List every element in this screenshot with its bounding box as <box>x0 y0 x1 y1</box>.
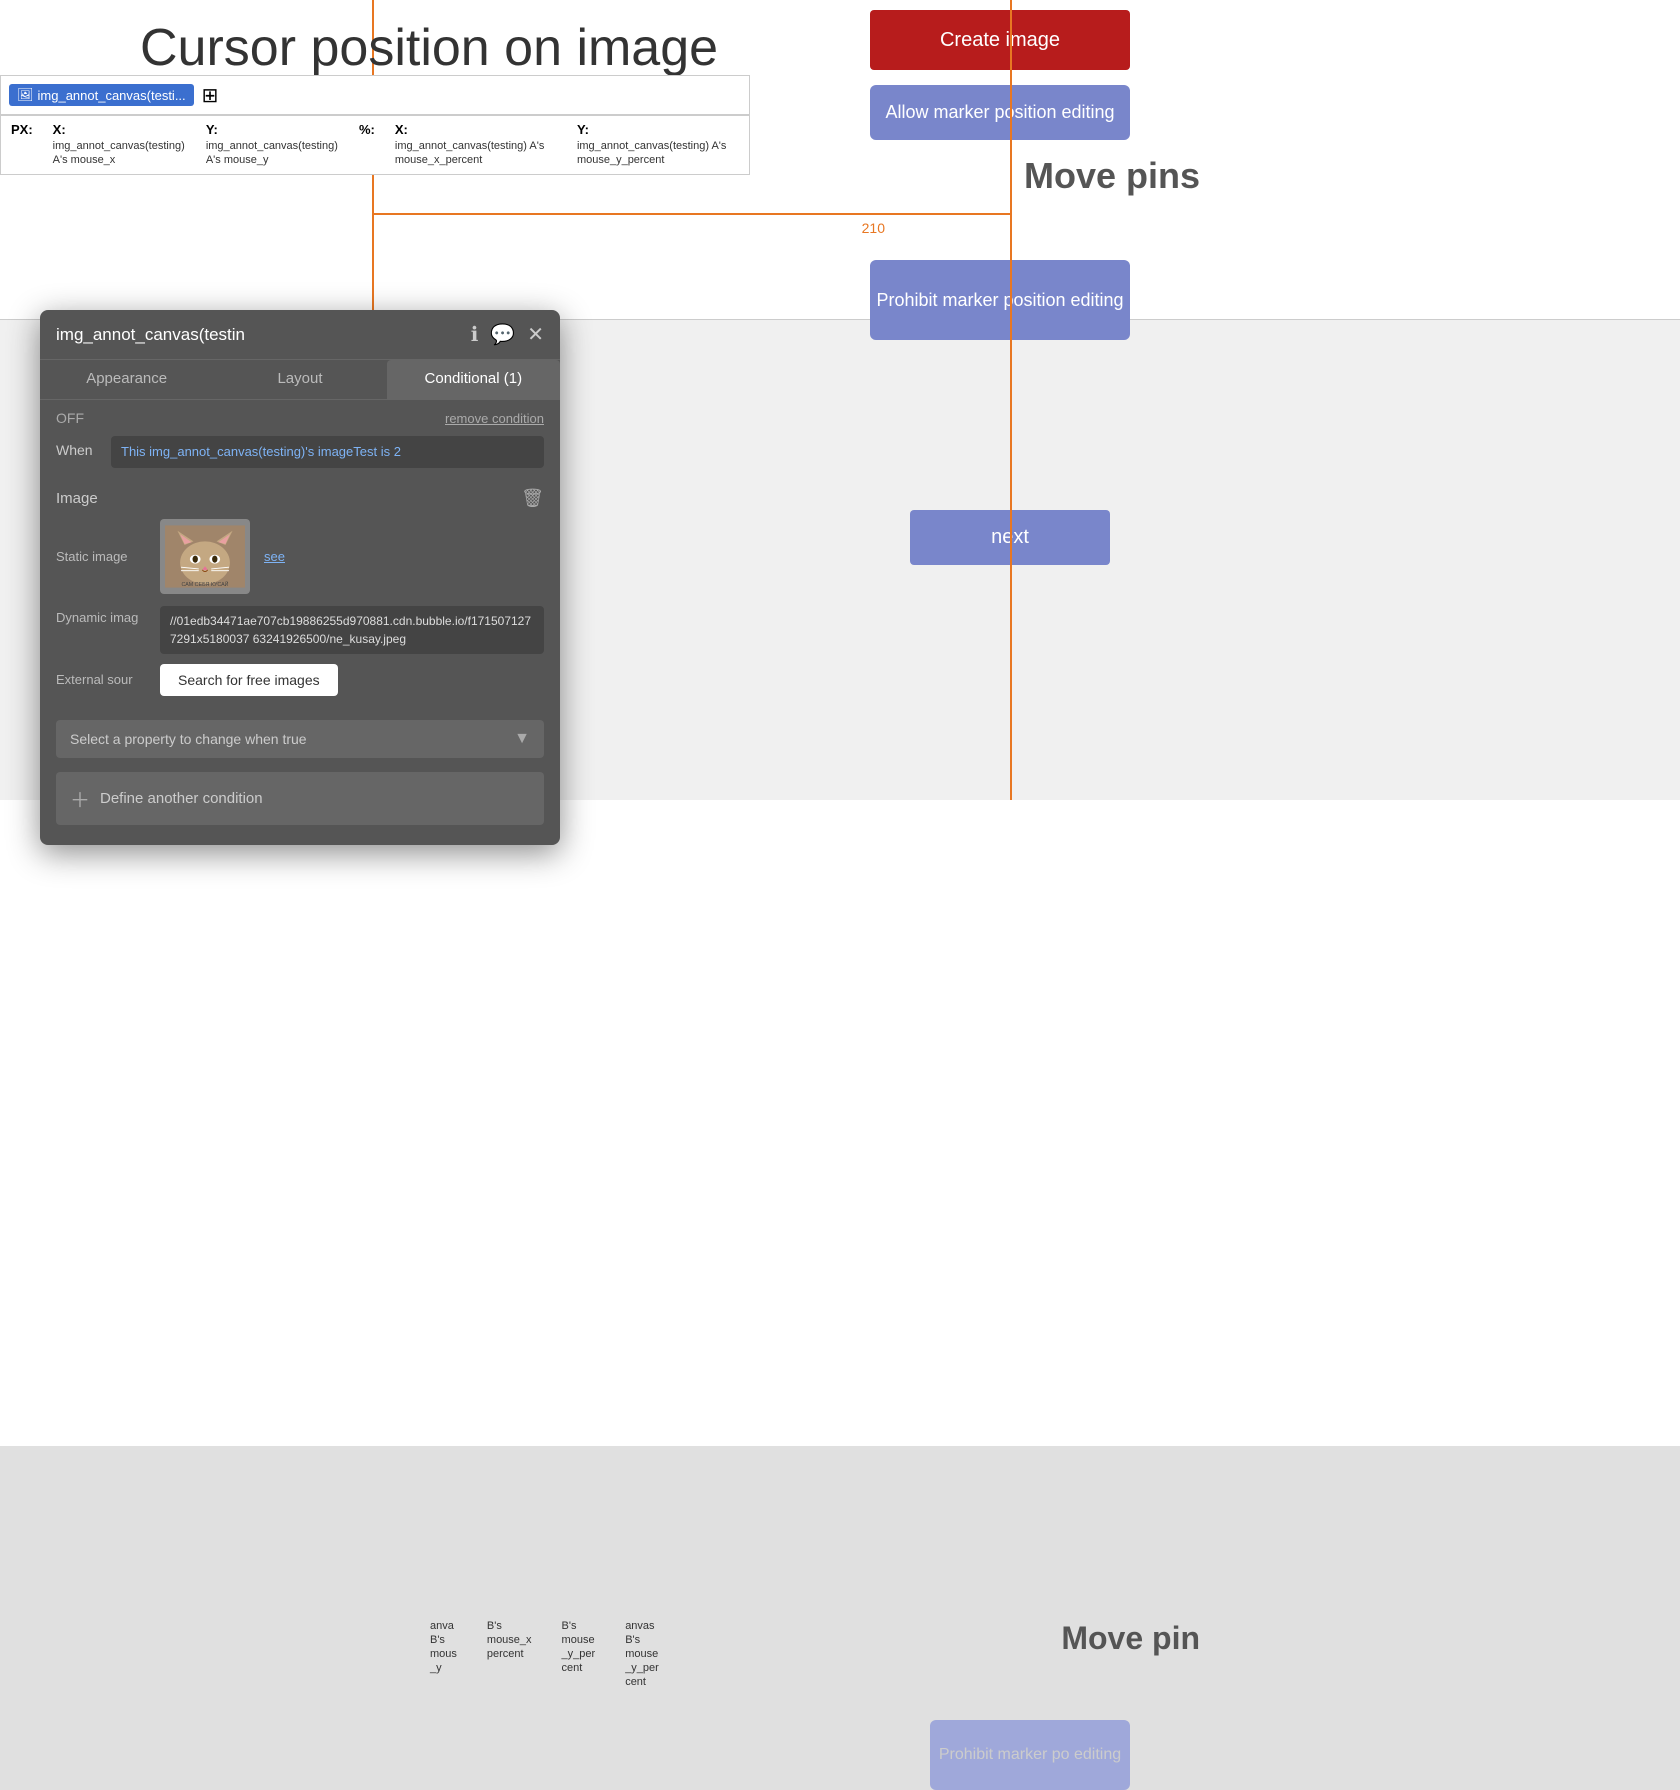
modal-panel: img_annot_canvas(testin ℹ 💬 ✕ Appearance… <box>40 310 560 845</box>
cat-image[interactable]: САМ СЕБЯ КУСАЙ <box>160 519 250 594</box>
y-value: img_annot_canvas(testing) A's mouse_y <box>206 139 339 168</box>
tab-appearance-label: Appearance <box>86 370 167 387</box>
dynamic-image-label: Dynamic imag <box>56 606 146 625</box>
modal-header: img_annot_canvas(testin ℹ 💬 ✕ <box>40 310 560 360</box>
x-value: img_annot_canvas(testing) A's mouse_x <box>53 139 186 168</box>
tab-layout-label: Layout <box>277 370 322 387</box>
orange-line-canvas <box>1010 0 1012 800</box>
canvas-area: Cursor position on image 🖼 img_annot_can… <box>0 0 1680 1446</box>
tab-appearance[interactable]: Appearance <box>40 360 213 399</box>
top-section: Cursor position on image 🖼 img_annot_can… <box>0 0 1680 320</box>
px-col-percent: %: <box>359 122 375 168</box>
tab-conditional[interactable]: Conditional (1) <box>387 360 560 399</box>
info-icon[interactable]: ℹ <box>471 322 479 347</box>
define-condition-label: Define another condition <box>100 790 263 807</box>
orange-hline <box>372 213 1012 215</box>
close-icon[interactable]: ✕ <box>527 322 544 347</box>
off-row: OFF remove condition <box>40 400 560 436</box>
bottom-row: anva B's mous _y B's mouse_x percent B's… <box>430 1620 659 1688</box>
prohibit-marker-label: Prohibit marker position editing <box>876 290 1123 311</box>
trash-icon[interactable]: 🗑 <box>521 488 544 509</box>
modal-tabs: Appearance Layout Conditional (1) <box>40 360 560 400</box>
allow-marker-button[interactable]: Allow marker position editing <box>870 85 1130 140</box>
percent-label: %: <box>359 122 375 137</box>
toolbar-tab[interactable]: 🖼 img_annot_canvas(testi... <box>9 84 194 106</box>
when-row: When This img_annot_canvas(testing)'s im… <box>40 436 560 478</box>
move-pins-label: Move pins <box>1024 155 1200 197</box>
y2-value: img_annot_canvas(testing) A's mouse_y_pe… <box>577 139 739 168</box>
image-icon: 🖼 <box>17 87 34 103</box>
external-source-row: External sour Search for free images <box>56 664 544 696</box>
prohibit-marker-button[interactable]: Prohibit marker position editing <box>870 260 1130 340</box>
create-image-button[interactable]: Create image <box>870 10 1130 70</box>
coord-210: 210 <box>862 220 885 236</box>
px-row: PX: X: img_annot_canvas(testing) A's mou… <box>0 115 750 175</box>
allow-marker-label: Allow marker position editing <box>885 102 1114 123</box>
define-another-condition-button[interactable]: ＋ Define another condition <box>56 772 544 825</box>
prohibit-bottom-label: Prohibit marker po editing <box>939 1746 1121 1764</box>
external-source-label: External sour <box>56 672 146 687</box>
x-label: X: <box>53 122 186 137</box>
tab-layout[interactable]: Layout <box>213 360 386 399</box>
define-condition-row: ＋ Define another condition <box>40 772 560 825</box>
bottom-col-2: B's mouse_x percent <box>487 1620 532 1688</box>
image-section-title: Image <box>56 490 98 507</box>
svg-text:САМ СЕБЯ КУСАЙ: САМ СЕБЯ КУСАЙ <box>181 579 228 587</box>
comment-icon[interactable]: 💬 <box>490 322 515 347</box>
px-label: PX: <box>11 122 33 137</box>
px-col-y: Y: img_annot_canvas(testing) A's mouse_y <box>206 122 339 168</box>
select-property-row: Select a property to change when true ▼ <box>40 720 560 758</box>
y2-label: Y: <box>577 122 739 137</box>
y-label: Y: <box>206 122 339 137</box>
plus-icon: ＋ <box>70 784 90 813</box>
modal-title: img_annot_canvas(testin <box>56 325 245 345</box>
bottom-col-3: B's mouse _y_per cent <box>562 1620 596 1688</box>
bottom-col-4: anvas B's mouse _y_per cent <box>625 1620 659 1688</box>
prohibit-bottom-button[interactable]: Prohibit marker po editing <box>930 1720 1130 1790</box>
search-free-images-button[interactable]: Search for free images <box>160 664 338 696</box>
x2-label: X: <box>395 122 557 137</box>
create-image-label: Create image <box>940 29 1060 52</box>
image-section-header: Image 🗑 <box>56 488 544 509</box>
modal-icons: ℹ 💬 ✕ <box>471 322 544 347</box>
dynamic-image-row: Dynamic imag //01edb34471ae707cb19886255… <box>56 606 544 654</box>
px-col-x2: X: img_annot_canvas(testing) A's mouse_x… <box>395 122 557 168</box>
when-value[interactable]: This img_annot_canvas(testing)'s imageTe… <box>111 436 544 468</box>
grid-icon: ⊞ <box>202 83 219 108</box>
remove-condition-link[interactable]: remove condition <box>445 411 544 426</box>
off-label: OFF <box>56 410 84 426</box>
chevron-down-icon: ▼ <box>514 730 530 748</box>
image-section: Image 🗑 Static image <box>40 478 560 720</box>
dynamic-url[interactable]: //01edb34471ae707cb19886255d970881.cdn.b… <box>160 606 544 654</box>
select-property-dropdown[interactable]: Select a property to change when true ▼ <box>56 720 544 758</box>
when-label: When <box>56 436 101 458</box>
move-pins-bottom: Move pin <box>1061 1620 1200 1657</box>
bottom-canvas: anva B's mous _y B's mouse_x percent B's… <box>0 800 1680 1446</box>
px-col-x: X: img_annot_canvas(testing) A's mouse_x <box>53 122 186 168</box>
px-col-y2: Y: img_annot_canvas(testing) A's mouse_y… <box>577 122 739 168</box>
x2-value: img_annot_canvas(testing) A's mouse_x_pe… <box>395 139 557 168</box>
px-col-label: PX: <box>11 122 33 168</box>
toolbar-row: 🖼 img_annot_canvas(testi... ⊞ <box>0 75 750 115</box>
bottom-col-1: anva B's mous _y <box>430 1620 457 1688</box>
static-image-label: Static image <box>56 549 146 564</box>
static-image-row: Static image <box>56 519 544 594</box>
select-property-label: Select a property to change when true <box>70 731 307 747</box>
search-free-images-label: Search for free images <box>178 672 320 688</box>
toolbar-tab-label: img_annot_canvas(testi... <box>38 88 186 103</box>
tab-conditional-label: Conditional (1) <box>425 370 523 387</box>
see-link[interactable]: see <box>264 549 285 564</box>
page-title: Cursor position on image <box>140 18 718 78</box>
